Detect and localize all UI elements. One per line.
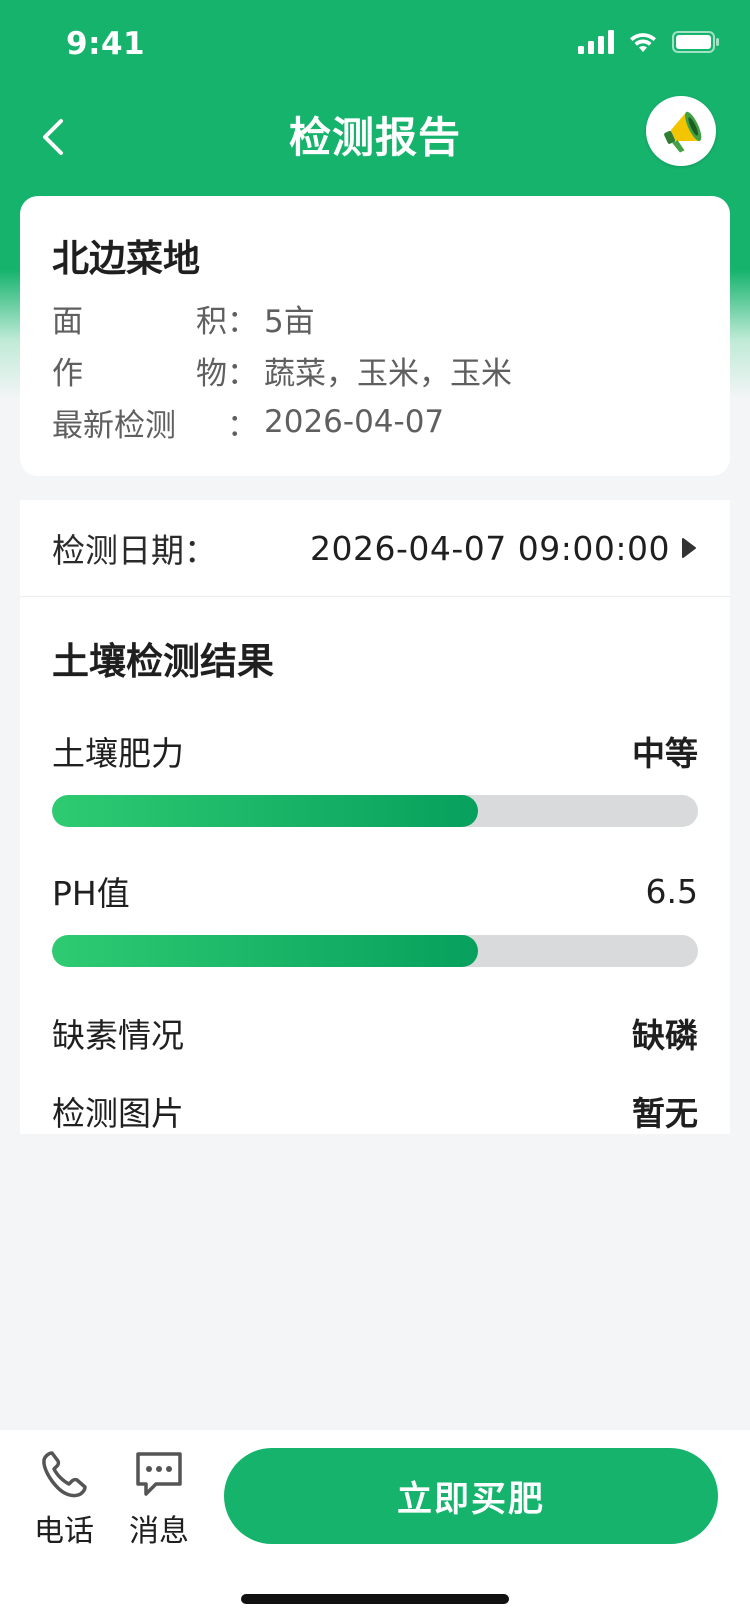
- crop-value: 蔬菜，玉米，玉米: [264, 355, 512, 392]
- phone-label: 电话: [34, 1514, 94, 1549]
- area-label-second: 积: [196, 303, 227, 340]
- deficiency-label: 缺素情况: [52, 1016, 184, 1055]
- crop-label-first: 作: [52, 355, 83, 392]
- field-name: 北边菜地: [52, 237, 200, 280]
- page-title: 检测报告: [288, 113, 461, 162]
- status-bar: 9:41: [0, 0, 750, 92]
- test-date-label: 检测日期：: [52, 531, 217, 570]
- home-indicator: [241, 1594, 509, 1604]
- status-time: 9:41: [66, 26, 146, 62]
- message-button[interactable]: 消息: [119, 1448, 199, 1550]
- message-icon: [136, 1452, 182, 1496]
- area-row: 面 积 ： 5亩: [52, 292, 698, 344]
- ph-row: PH值 6.5: [20, 861, 730, 921]
- announcement-button[interactable]: [646, 96, 716, 166]
- latest-test-row: 最新检测 ： 2026-04-07: [52, 396, 698, 448]
- area-label: 面 积: [52, 296, 227, 341]
- test-image-value: 暂无: [632, 1094, 698, 1133]
- area-colon: ：: [227, 303, 258, 340]
- fertility-progress-fill: [52, 795, 479, 827]
- fertility-value: 中等: [632, 734, 698, 773]
- wifi-icon: [630, 33, 656, 52]
- soil-results-title: 土壤检测结果: [52, 640, 274, 683]
- test-date-value: 2026-04-07 09:00:00: [310, 528, 670, 568]
- report-section: 检测日期： 2026-04-07 09:00:00 土壤检测结果 土壤肥力 中等…: [20, 500, 730, 1134]
- test-image-label: 检测图片: [52, 1094, 184, 1133]
- fertility-label: 土壤肥力: [52, 734, 184, 773]
- deficiency-value: 缺磷: [632, 1016, 698, 1055]
- ph-value: 6.5: [645, 871, 698, 911]
- latest-test-colon: ：: [227, 407, 258, 444]
- latest-test-value: 2026-04-07: [264, 404, 445, 440]
- fertility-progress-track: [52, 795, 698, 827]
- navbar: 检测报告: [0, 92, 750, 192]
- fertility-row: 土壤肥力 中等: [20, 721, 730, 781]
- phone-icon: [42, 1451, 87, 1498]
- area-label-first: 面: [52, 303, 83, 340]
- latest-test-label: 最新检测: [52, 407, 176, 444]
- crop-label-second: 物: [196, 355, 227, 392]
- field-info-card: 北边菜地 面 积 ： 5亩 作 物 ： 蔬菜，玉米，玉米 最新检测 ： 2026…: [20, 196, 730, 476]
- megaphone-icon: [664, 111, 702, 153]
- crop-colon: ：: [227, 355, 258, 392]
- crop-label: 作 物: [52, 348, 227, 393]
- test-date-selector[interactable]: 检测日期： 2026-04-07 09:00:00: [20, 500, 730, 597]
- caret-right-icon: [680, 536, 698, 560]
- crop-row: 作 物 ： 蔬菜，玉米，玉米: [52, 344, 698, 396]
- phone-button[interactable]: 电话: [24, 1448, 104, 1550]
- ph-label: PH值: [52, 874, 130, 913]
- test-image-row: 检测图片 暂无: [20, 1081, 730, 1141]
- signal-icon: [578, 30, 614, 54]
- ph-progress-track: [52, 935, 698, 967]
- battery-icon: [672, 31, 719, 53]
- bottom-action-bar: 电话 消息 立即买肥: [0, 1430, 750, 1624]
- message-label: 消息: [129, 1514, 189, 1549]
- status-icons: [578, 30, 720, 54]
- buy-fertilizer-button[interactable]: 立即买肥: [224, 1448, 718, 1544]
- area-value: 5亩: [264, 303, 315, 340]
- ph-progress-fill: [52, 935, 479, 967]
- deficiency-row: 缺素情况 缺磷: [20, 1003, 730, 1063]
